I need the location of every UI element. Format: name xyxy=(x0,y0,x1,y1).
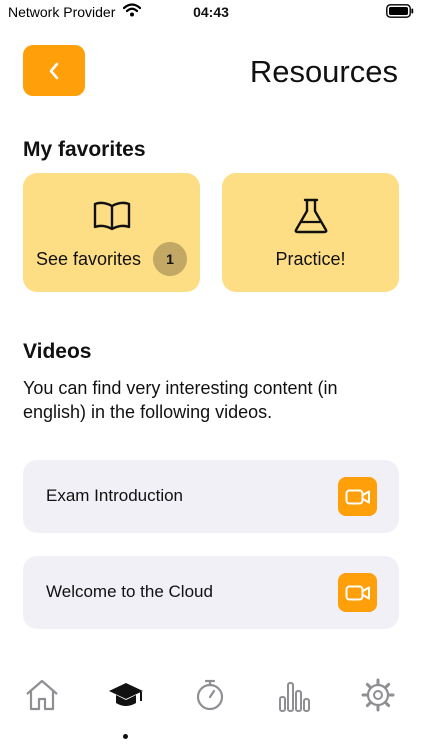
play-video-button[interactable] xyxy=(338,477,377,516)
back-button[interactable] xyxy=(23,45,85,96)
selected-tab-indicator xyxy=(123,734,128,739)
play-video-button[interactable] xyxy=(338,573,377,612)
tab-timer[interactable] xyxy=(189,674,231,716)
tab-stats[interactable] xyxy=(273,674,315,716)
tab-bar xyxy=(0,666,422,750)
practice-card[interactable]: Practice! xyxy=(222,173,399,292)
videos-section-title: Videos xyxy=(23,340,92,363)
videos-description: You can find very interesting content (i… xyxy=(23,378,338,422)
status-bar: Network Provider 04:43 xyxy=(0,0,422,24)
status-time: 04:43 xyxy=(193,4,229,20)
graduation-cap-icon xyxy=(109,683,143,706)
book-icon xyxy=(93,201,130,231)
favorites-section-title: My favorites xyxy=(23,138,146,161)
bar-chart-icon xyxy=(279,682,310,712)
tab-learn[interactable] xyxy=(105,674,147,716)
stopwatch-icon xyxy=(196,679,224,711)
gear-icon xyxy=(361,678,395,712)
tab-home[interactable] xyxy=(21,674,63,716)
video-camera-icon xyxy=(345,489,370,504)
flask-icon xyxy=(294,198,327,234)
favorites-count-badge: 1 xyxy=(153,242,187,276)
video-item-exam-introduction[interactable]: Exam Introduction xyxy=(23,460,399,533)
page-title: Resources xyxy=(249,54,398,89)
see-favorites-card[interactable]: See favorites 1 xyxy=(23,173,200,292)
chevron-left-icon xyxy=(49,62,59,79)
home-icon xyxy=(26,679,58,711)
see-favorites-label: See favorites xyxy=(36,249,142,269)
practice-label: Practice! xyxy=(275,249,346,269)
video-item-welcome-to-the-cloud[interactable]: Welcome to the Cloud xyxy=(23,556,399,629)
video-camera-icon xyxy=(345,585,370,600)
tab-settings[interactable] xyxy=(357,674,399,716)
video-title: Welcome to the Cloud xyxy=(46,582,213,601)
battery-icon xyxy=(386,4,414,18)
video-title: Exam Introduction xyxy=(46,486,184,505)
